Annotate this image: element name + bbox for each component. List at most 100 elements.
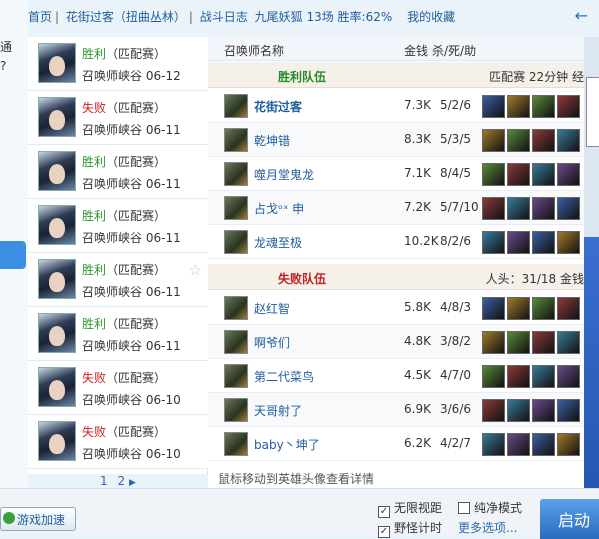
game-list-item[interactable]: 胜利（匹配赛） 召唤师峡谷 06-11 ☆: [28, 253, 208, 307]
more-options-link[interactable]: 更多选项...: [458, 519, 517, 536]
player-row[interactable]: 第二代菜鸟 4.5K 4/7/0: [208, 359, 584, 393]
jungle-timer-checkbox[interactable]: ✓ 野怪计时: [378, 519, 442, 538]
win-team-info: 匹配赛 22分钟 经: [489, 70, 584, 84]
hover-hint: 鼠标移动到英雄头像查看详情: [218, 472, 375, 486]
game-list-item[interactable]: 失败（匹配赛） 召唤师峡谷 06-11: [28, 91, 208, 145]
player-row[interactable]: 赵红智 5.8K 4/8/3: [208, 291, 584, 325]
item-icon: [507, 331, 530, 354]
item-icon: [557, 231, 580, 254]
hero-avatar[interactable]: [224, 330, 248, 354]
hero-avatar[interactable]: [224, 196, 248, 220]
player-items: [482, 163, 582, 186]
hero-avatar[interactable]: [224, 364, 248, 388]
hero-avatar[interactable]: [224, 94, 248, 118]
game-date: 06-11: [145, 123, 181, 137]
hero-avatar[interactable]: [224, 296, 248, 320]
summoner-name[interactable]: 龙魂至极: [254, 234, 302, 251]
player-row[interactable]: 乾坤错 8.3K 5/3/5: [208, 123, 584, 157]
hero-avatar[interactable]: [224, 230, 248, 254]
game-type: （匹配赛）: [106, 425, 167, 439]
player-row[interactable]: 天哥射了 6.9K 3/6/6: [208, 393, 584, 427]
player-row[interactable]: baby丶坤了 6.2K 4/2/7: [208, 427, 584, 461]
player-kda: 3/8/2: [440, 334, 471, 348]
item-icon: [482, 231, 505, 254]
player-gold: 4.8K: [404, 334, 431, 348]
next-page-icon[interactable]: ▶: [129, 478, 136, 488]
game-list-item[interactable]: 胜利（匹配赛） 召唤师峡谷 06-11: [28, 199, 208, 253]
player-gold: 4.5K: [404, 368, 431, 382]
game-date: 06-12: [145, 69, 181, 83]
hero-avatar[interactable]: [224, 398, 248, 422]
breadcrumb-log[interactable]: 战斗日志: [200, 10, 248, 24]
game-result: 胜利: [82, 263, 107, 277]
lose-team-title: 失败队伍: [278, 272, 327, 286]
summoner-name[interactable]: 占戈ᵒˣ 申: [254, 200, 304, 217]
game-boost-button[interactable]: 游戏加速: [0, 507, 76, 531]
item-icon: [507, 399, 530, 422]
back-arrow-icon[interactable]: ←: [575, 6, 588, 25]
checkbox-unchecked-icon: [458, 502, 470, 514]
player-items: [482, 331, 582, 354]
game-map: 召唤师峡谷: [82, 177, 143, 191]
player-gold: 7.3K: [404, 98, 431, 112]
game-list-item[interactable]: 胜利（匹配赛） 召唤师峡谷 06-11: [28, 145, 208, 199]
right-side-panel: [584, 37, 599, 527]
summoner-name[interactable]: 噬月堂鬼龙: [254, 166, 314, 183]
game-list-item[interactable]: 胜利（匹配赛） 召唤师峡谷 06-12: [28, 37, 208, 91]
page-2-link[interactable]: 2: [117, 474, 125, 488]
hero-avatar[interactable]: [224, 432, 248, 456]
player-row[interactable]: 啊爷们 4.8K 3/8/2: [208, 325, 584, 359]
player-row[interactable]: 花街过客 7.3K 5/2/6: [208, 89, 584, 123]
breadcrumb-home[interactable]: 首页: [28, 10, 52, 24]
item-icon: [482, 297, 505, 320]
left-panel-edge: 通 ?: [0, 0, 28, 490]
summoner-name[interactable]: baby丶坤了: [254, 436, 320, 453]
champion-avatar: [38, 151, 76, 191]
item-icon: [532, 365, 555, 388]
unlimited-view-checkbox[interactable]: ✓ 无限视距: [378, 499, 442, 518]
item-icon: [532, 399, 555, 422]
game-date: 06-11: [145, 177, 181, 191]
game-result: 失败: [82, 371, 107, 385]
champion-avatar: [38, 259, 76, 299]
side-banner[interactable]: [584, 237, 599, 527]
item-icon: [482, 197, 505, 220]
page-1-link[interactable]: 1: [100, 474, 108, 488]
player-row[interactable]: 占戈ᵒˣ 申 7.2K 5/7/10: [208, 191, 584, 225]
game-list-item[interactable]: 失败（匹配赛） 召唤师峡谷 06-10: [28, 361, 208, 415]
player-row[interactable]: 噬月堂鬼龙 7.1K 8/4/5: [208, 157, 584, 191]
match-detail-panel: 召唤师名称 金钱 杀/死/助 胜利队伍 匹配赛 22分钟 经 花街过客 7.3K 5…: [208, 37, 584, 488]
start-button[interactable]: 启动: [540, 499, 599, 539]
player-items: [482, 297, 582, 320]
breadcrumb-favorites[interactable]: 我的收藏: [407, 10, 455, 24]
player-row[interactable]: 龙魂至极 10.2K 8/2/6: [208, 225, 584, 259]
hero-avatar[interactable]: [224, 162, 248, 186]
summoner-name[interactable]: 天哥射了: [254, 402, 302, 419]
item-icon: [507, 129, 530, 152]
side-widget[interactable]: [586, 77, 599, 147]
left-edge-button[interactable]: [0, 241, 26, 269]
summoner-name[interactable]: 乾坤错: [254, 132, 290, 149]
breadcrumb-server[interactable]: 花街过客（扭曲丛林）: [66, 10, 186, 24]
champion-avatar: [38, 205, 76, 245]
left-edge-text: 通 ?: [0, 40, 13, 73]
champion-avatar: [38, 43, 76, 83]
game-type: （匹配赛）: [106, 155, 167, 169]
summoner-name[interactable]: 啊爷们: [254, 334, 290, 351]
game-list-item[interactable]: 胜利（匹配赛） 召唤师峡谷 06-11: [28, 307, 208, 361]
game-type: （匹配赛）: [106, 47, 167, 61]
player-kda: 4/2/7: [440, 436, 471, 450]
pure-mode-checkbox[interactable]: 纯净模式: [458, 499, 522, 516]
game-map: 召唤师峡谷: [82, 231, 143, 245]
summoner-name[interactable]: 赵红智: [254, 300, 290, 317]
summoner-name[interactable]: 花街过客: [254, 98, 302, 115]
game-list-item[interactable]: 失败（匹配赛） 召唤师峡谷 06-10: [28, 415, 208, 469]
summoner-name[interactable]: 第二代菜鸟: [254, 368, 314, 385]
favorite-star-icon[interactable]: ☆: [189, 261, 202, 279]
item-icon: [532, 129, 555, 152]
champion-avatar: [38, 97, 76, 137]
item-icon: [557, 197, 580, 220]
item-icon: [532, 331, 555, 354]
game-type: （匹配赛）: [106, 317, 167, 331]
hero-avatar[interactable]: [224, 128, 248, 152]
